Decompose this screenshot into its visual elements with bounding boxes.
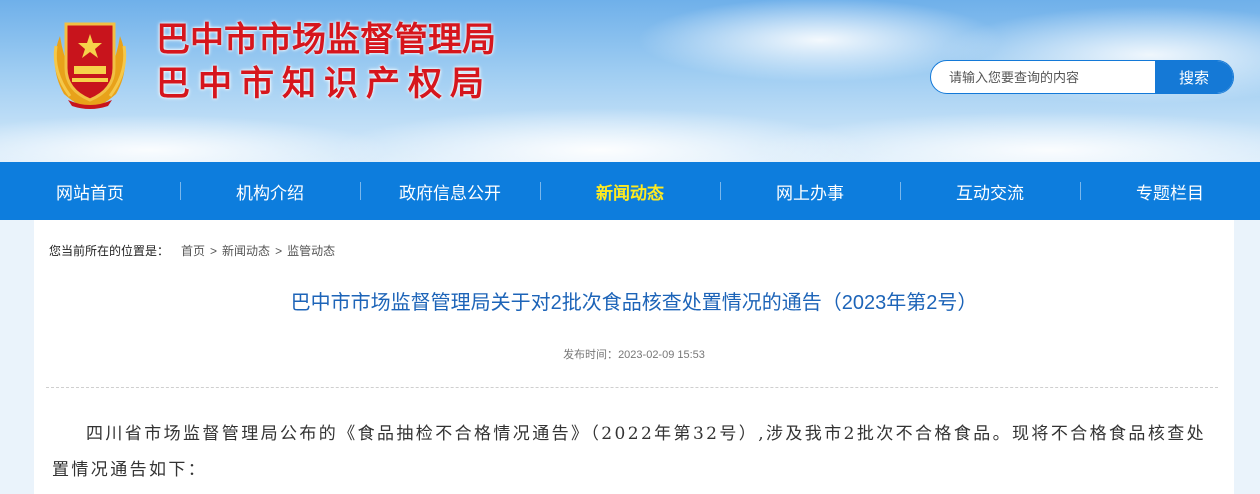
nav-item-online-service[interactable]: 网上办事	[720, 162, 900, 220]
search-button[interactable]: 搜索	[1155, 61, 1233, 93]
nav-item-home[interactable]: 网站首页	[0, 162, 180, 220]
article-title: 巴中市市场监督管理局关于对2批次食品核查处置情况的通告（2023年第2号）	[290, 292, 978, 314]
main-nav: 网站首页 机构介绍 政府信息公开 新闻动态 网上办事 互动交流 专题栏目	[0, 162, 1260, 220]
market-supervision-emblem-icon	[53, 22, 127, 109]
nav-item-interaction[interactable]: 互动交流	[900, 162, 1080, 220]
breadcrumb-separator: >	[210, 244, 218, 258]
publish-label: 发布时间：	[563, 349, 619, 361]
nav-item-about[interactable]: 机构介绍	[180, 162, 360, 220]
article-panel: 您当前所在的位置是： 首页 > 新闻动态 > 监管动态 巴中市市场监督管理局关于对2批次食…	[34, 220, 1234, 494]
divider	[46, 387, 1218, 388]
nav-item-news[interactable]: 新闻动态	[540, 162, 720, 220]
article-body: 四川省市场监督管理局公布的《食品抽检不合格情况通告》（2022年第32号）,涉及…	[52, 424, 1207, 480]
breadcrumb-home[interactable]: 首页	[181, 244, 205, 258]
breadcrumb-news[interactable]: 新闻动态	[222, 244, 270, 258]
publish-meta: 发布时间：2023-02-09 15:53	[34, 346, 1234, 362]
breadcrumb-supervision[interactable]: 监管动态	[287, 244, 335, 258]
breadcrumb-separator: >	[275, 244, 283, 258]
site-title-line2: 巴中市知识产权局	[156, 64, 492, 104]
breadcrumb: 您当前所在的位置是： 首页 > 新闻动态 > 监管动态	[49, 242, 335, 259]
nav-item-gov-info[interactable]: 政府信息公开	[360, 162, 540, 220]
search-box: 搜索	[930, 60, 1234, 94]
header-banner: 巴中市市场监督管理局 巴中市知识产权局 搜索	[0, 0, 1260, 162]
site-title: 巴中市市场监督管理局 巴中市知识产权局	[156, 18, 496, 106]
site-title-line1: 巴中市市场监督管理局	[156, 20, 496, 60]
search-input[interactable]	[931, 61, 1155, 93]
publish-time: 2023-02-09 15:53	[618, 349, 705, 361]
nav-item-topics[interactable]: 专题栏目	[1080, 162, 1260, 220]
breadcrumb-label: 您当前所在的位置是：	[49, 244, 170, 258]
